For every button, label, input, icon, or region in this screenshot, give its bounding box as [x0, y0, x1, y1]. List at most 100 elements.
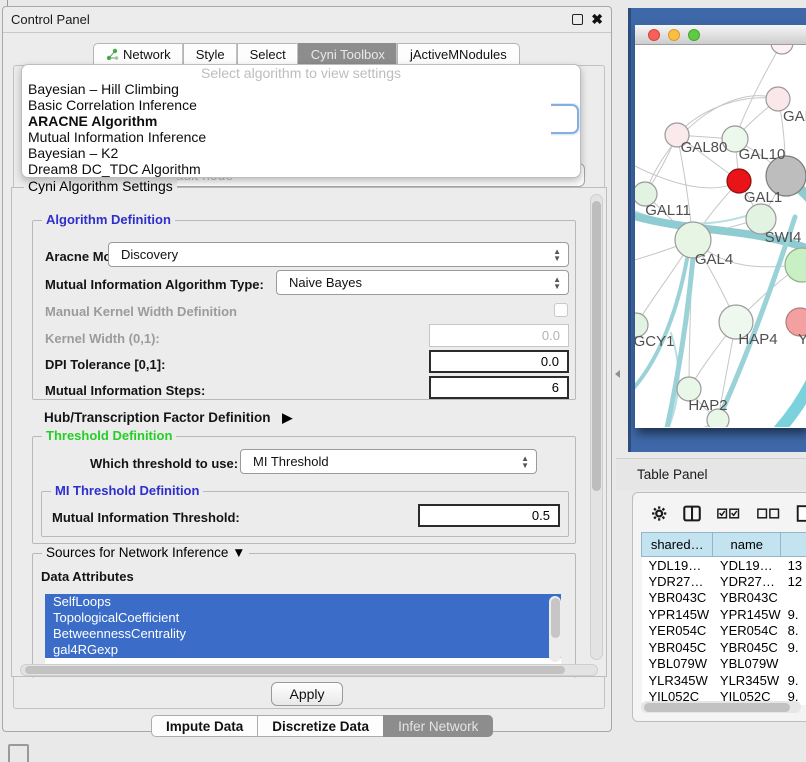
gear-icon[interactable]	[651, 504, 667, 523]
hub-definition-label: Hub/Transcription Factor Definition	[44, 410, 271, 425]
floating-panel-icon[interactable]	[8, 744, 29, 762]
table-hscrollbar[interactable]	[641, 701, 801, 713]
tab-select[interactable]: Select	[237, 43, 298, 66]
table-row[interactable]: YBR045CYBR045C9.	[642, 639, 806, 656]
table-cell: YPR145W	[642, 606, 713, 623]
attribute-item[interactable]: BetweennessCentrality	[45, 626, 561, 642]
node-attribute-table[interactable]: shared…nameA YDL19…YDL19…13YDR27…YDR27…1…	[641, 532, 806, 705]
threshold-definition-title: Threshold Definition	[42, 428, 176, 443]
node-label: HAP4	[738, 331, 777, 348]
network-node[interactable]	[771, 45, 793, 54]
tab-label: Select	[250, 47, 286, 62]
table-row[interactable]: YLR345WYLR345W9.	[642, 672, 806, 689]
table-cell: YBR045C	[713, 639, 781, 656]
table-panel-title: Table Panel	[637, 467, 708, 482]
network-node[interactable]	[785, 248, 806, 282]
table-cell	[781, 656, 806, 673]
node-label: GAL10	[739, 146, 786, 163]
attribute-item[interactable]: gal4RGexp	[45, 642, 561, 658]
tab-impute-data[interactable]: Impute Data	[151, 715, 257, 737]
column-header[interactable]: shared…	[642, 533, 713, 557]
manual-kernel-label: Manual Kernel Width Definition	[45, 304, 237, 319]
tab-jactivemnodules[interactable]: jActiveMNodules	[397, 43, 520, 66]
cyni-settings-title: Cyni Algorithm Settings	[24, 178, 177, 194]
table-cell: YLR345W	[642, 672, 713, 689]
tab-network[interactable]: Network	[93, 43, 183, 66]
algorithm-option[interactable]: Dream8 DC_TDC Algorithm	[22, 161, 580, 177]
table-row[interactable]: YER054CYER054C8.	[642, 623, 806, 640]
table-cell: YER054C	[642, 623, 713, 640]
tab-discretize-data[interactable]: Discretize Data	[257, 715, 383, 737]
aracne-mode-value: Discovery	[121, 247, 178, 262]
algorithm-option[interactable]: Mutual Information Inference	[22, 129, 580, 145]
table-row[interactable]: YDL19…YDL19…13	[642, 557, 806, 574]
table-cell: YDR27…	[713, 573, 781, 590]
mac-close-button[interactable]	[648, 29, 660, 41]
aracne-mode-select[interactable]: Discovery ▲▼	[108, 242, 569, 267]
tab-cyni-toolbox[interactable]: Cyni Toolbox	[298, 43, 397, 66]
tab-infer-network[interactable]: Infer Network	[383, 715, 493, 737]
network-edge[interactable]	[635, 420, 718, 427]
clear-checkboxes-icon[interactable]	[757, 507, 780, 520]
select-all-checkboxes-icon[interactable]	[717, 507, 740, 520]
close-icon[interactable]: ✖	[591, 14, 603, 25]
desktop: Control Panel ✖ Network Style Select Cyni T…	[0, 0, 806, 762]
kernel-width-field[interactable]: 0.0	[429, 324, 569, 347]
table-row[interactable]: YBL079WYBL079W	[642, 656, 806, 673]
splitpane-collapse-arrow[interactable]	[615, 370, 620, 378]
control-panel-tabbar: Network Style Select Cyni ToolboxjActiveMNo…	[93, 43, 520, 66]
tab-label: Style	[196, 47, 225, 62]
mi-type-select[interactable]: Naive Bayes ▲▼	[276, 270, 569, 295]
table-cell: 9.	[781, 639, 806, 656]
algorithm-option[interactable]: ARACNE Algorithm	[22, 113, 580, 129]
network-window-titlebar	[635, 25, 806, 45]
attribute-item[interactable]: TopologicalCoefficient	[45, 610, 561, 626]
table-row[interactable]: YPR145WYPR145W9.	[642, 606, 806, 623]
settings-hscrollbar[interactable]	[20, 664, 598, 676]
stepper-icon: ▲▼	[553, 276, 561, 290]
network-edge[interactable]	[767, 375, 806, 427]
mi-threshold-group: MI Threshold Definition Mutual Informati…	[41, 491, 569, 537]
mac-zoom-button[interactable]	[688, 29, 700, 41]
column-header[interactable]: A	[781, 533, 806, 557]
mac-minimize-button[interactable]	[668, 29, 680, 41]
table-cell: YBR045C	[642, 639, 713, 656]
mi-threshold-field[interactable]: 0.5	[418, 504, 560, 527]
algorithm-option[interactable]: Bayesian – Hill Climbing	[22, 81, 580, 97]
network-view-window: GALGAL80GAL10GAL1GAL11SWI4GAL4GCY1HAP4YH…	[628, 8, 806, 452]
float-window-icon[interactable]	[572, 14, 583, 25]
manual-kernel-checkbox[interactable]	[554, 303, 568, 317]
kernel-width-label: Kernel Width (0,1):	[45, 331, 160, 346]
algorithm-option[interactable]: Basic Correlation Inference	[22, 97, 580, 113]
network-canvas[interactable]: GALGAL80GAL10GAL1GAL11SWI4GAL4GCY1HAP4YH…	[635, 45, 806, 427]
sources-title-text: Sources for Network Inference	[46, 545, 228, 560]
settings-vscrollbar[interactable]	[590, 194, 603, 660]
column-layout-icon[interactable]	[683, 504, 701, 523]
control-panel-title: Control Panel	[11, 12, 90, 27]
attributes-scrollbar[interactable]	[549, 596, 561, 662]
table-cell: YBR043C	[642, 590, 713, 607]
table-row[interactable]: YBR043CYBR043C	[642, 590, 806, 607]
algorithm-definition-group: Algorithm Definition Aracne Mode: Discov…	[32, 220, 576, 400]
algorithm-option[interactable]: Bayesian – K2	[22, 145, 580, 161]
data-attributes-label: Data Attributes	[41, 569, 134, 584]
table-cell: YBL079W	[713, 656, 781, 673]
table-panel-titlebar: Table Panel	[616, 458, 806, 490]
table-row[interactable]: YDR27…YDR27…12	[642, 573, 806, 590]
dpi-tolerance-field[interactable]: 0.0	[429, 350, 569, 373]
tab-style[interactable]: Style	[183, 43, 237, 66]
column-header[interactable]: name	[713, 533, 781, 557]
sources-title[interactable]: Sources for Network Inference ▼	[42, 545, 249, 560]
file-icon[interactable]	[796, 503, 806, 524]
network-icon	[106, 48, 119, 61]
data-attributes-list[interactable]: SelfLoopsTopologicalCoefficientBetweenne…	[45, 594, 561, 664]
table-cell	[781, 590, 806, 607]
hub-definition-toggle[interactable]: Hub/Transcription Factor Definition ▶	[44, 410, 292, 426]
which-threshold-select[interactable]: MI Threshold ▲▼	[240, 449, 537, 474]
table-cell: YBL079W	[642, 656, 713, 673]
attribute-item[interactable]: SelfLoops	[45, 594, 561, 610]
table-cell: YBR043C	[713, 590, 781, 607]
mi-steps-field[interactable]: 6	[429, 376, 569, 399]
control-panel-window: Control Panel ✖ Network Style Select Cyni T…	[2, 6, 612, 732]
apply-button[interactable]: Apply	[271, 682, 343, 706]
